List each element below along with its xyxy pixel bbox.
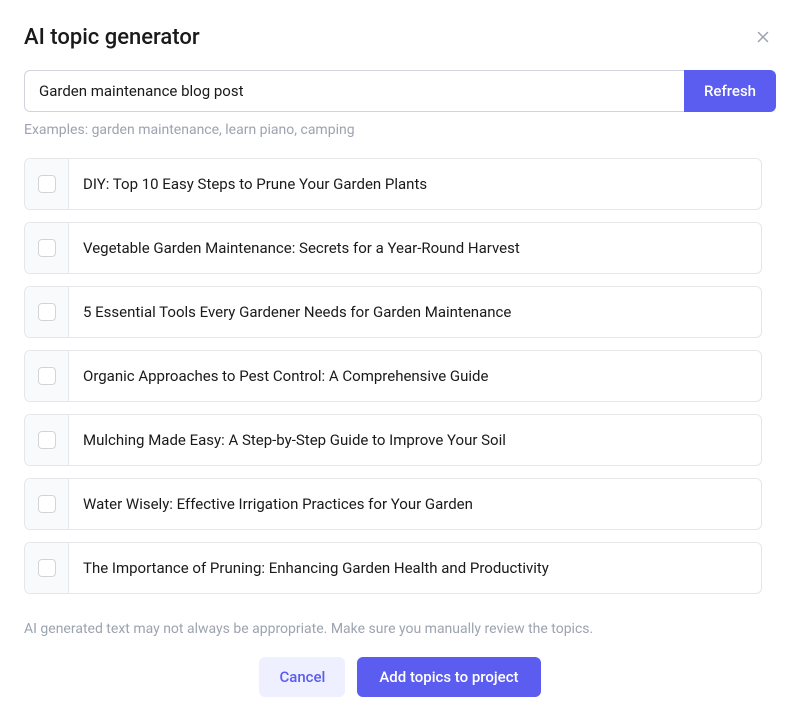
topic-checkbox[interactable] bbox=[38, 303, 56, 321]
topic-checkbox[interactable] bbox=[38, 175, 56, 193]
topics-list[interactable]: DIY: Top 10 Easy Steps to Prune Your Gar… bbox=[24, 158, 776, 603]
topic-row: The Importance of Pruning: Enhancing Gar… bbox=[24, 542, 762, 594]
modal-title: AI topic generator bbox=[24, 25, 200, 50]
topic-row: Mulching Made Easy: A Step-by-Step Guide… bbox=[24, 414, 762, 466]
topic-row: Vegetable Garden Maintenance: Secrets fo… bbox=[24, 222, 762, 274]
topic-input-row: Refresh bbox=[24, 70, 776, 112]
topic-checkbox[interactable] bbox=[38, 367, 56, 385]
topic-label: Mulching Made Easy: A Step-by-Step Guide… bbox=[69, 415, 761, 465]
examples-text: Examples: garden maintenance, learn pian… bbox=[24, 122, 776, 138]
checkbox-cell bbox=[25, 287, 69, 337]
close-icon bbox=[754, 28, 772, 46]
ai-topic-generator-modal: AI topic generator Refresh Examples: gar… bbox=[0, 0, 800, 721]
topic-row: 5 Essential Tools Every Gardener Needs f… bbox=[24, 286, 762, 338]
topic-row: Organic Approaches to Pest Control: A Co… bbox=[24, 350, 762, 402]
topic-input[interactable] bbox=[24, 70, 684, 112]
checkbox-cell bbox=[25, 351, 69, 401]
add-topics-button[interactable]: Add topics to project bbox=[357, 657, 540, 697]
checkbox-cell bbox=[25, 479, 69, 529]
topic-row: Water Wisely: Effective Irrigation Pract… bbox=[24, 478, 762, 530]
topic-label: DIY: Top 10 Easy Steps to Prune Your Gar… bbox=[69, 159, 761, 209]
checkbox-cell bbox=[25, 543, 69, 593]
topic-checkbox[interactable] bbox=[38, 559, 56, 577]
topic-label: Water Wisely: Effective Irrigation Pract… bbox=[69, 479, 761, 529]
close-button[interactable] bbox=[750, 24, 776, 50]
cancel-button[interactable]: Cancel bbox=[259, 657, 345, 697]
refresh-button[interactable]: Refresh bbox=[684, 70, 776, 112]
topic-label: Organic Approaches to Pest Control: A Co… bbox=[69, 351, 761, 401]
topic-label: Vegetable Garden Maintenance: Secrets fo… bbox=[69, 223, 761, 273]
checkbox-cell bbox=[25, 159, 69, 209]
topic-row: DIY: Top 10 Easy Steps to Prune Your Gar… bbox=[24, 158, 762, 210]
checkbox-cell bbox=[25, 223, 69, 273]
topic-checkbox[interactable] bbox=[38, 495, 56, 513]
modal-header: AI topic generator bbox=[24, 24, 776, 50]
topics-list-wrap: DIY: Top 10 Easy Steps to Prune Your Gar… bbox=[24, 158, 776, 603]
checkbox-cell bbox=[25, 415, 69, 465]
disclaimer-text: AI generated text may not always be appr… bbox=[24, 621, 776, 637]
topic-checkbox[interactable] bbox=[38, 239, 56, 257]
topic-checkbox[interactable] bbox=[38, 431, 56, 449]
modal-footer: Cancel Add topics to project bbox=[24, 657, 776, 697]
topic-label: The Importance of Pruning: Enhancing Gar… bbox=[69, 543, 761, 593]
topic-label: 5 Essential Tools Every Gardener Needs f… bbox=[69, 287, 761, 337]
